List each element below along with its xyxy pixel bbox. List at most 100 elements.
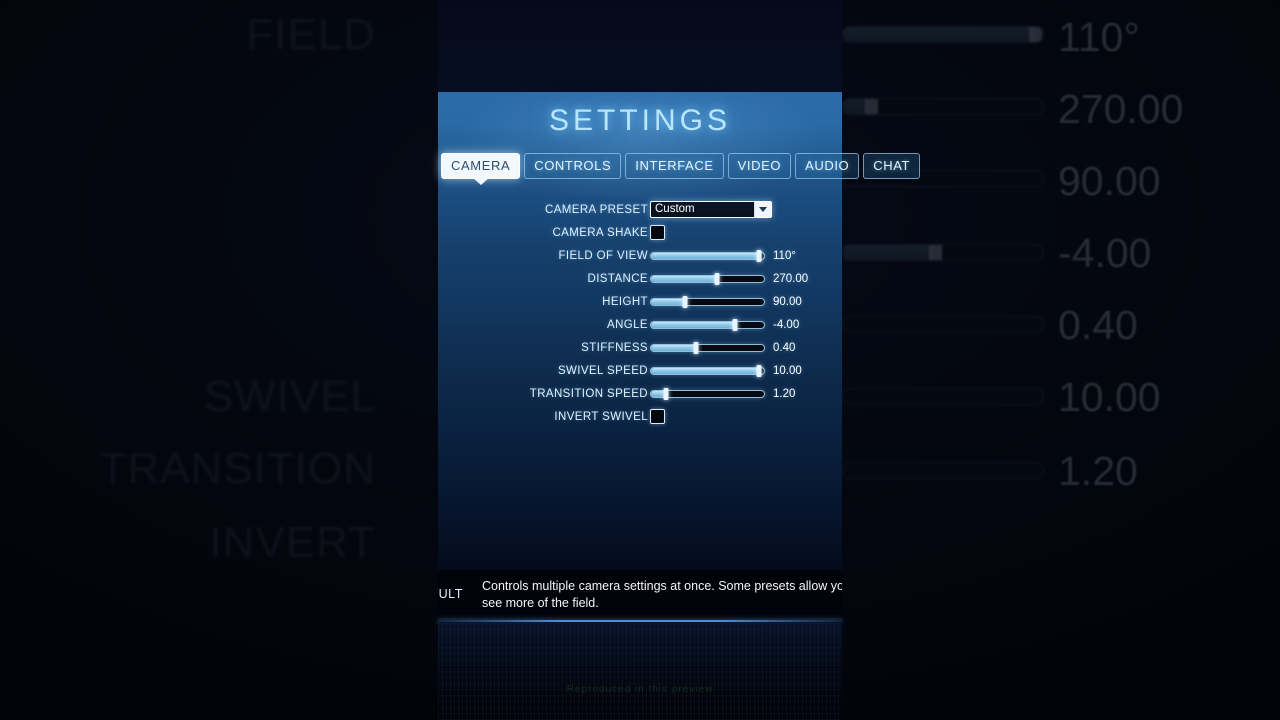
slider-field-of-view[interactable] bbox=[650, 249, 765, 262]
slider-wrap: 90.00 bbox=[650, 295, 802, 308]
setting-row: SWIVEL SPEED 10.00 bbox=[438, 359, 842, 382]
background-label: SWIVEL bbox=[203, 372, 376, 421]
tab-label: AUDIO bbox=[805, 158, 850, 173]
setting-label: CAMERA SHAKE bbox=[552, 226, 648, 239]
tab-chat[interactable]: CHAT bbox=[863, 153, 921, 179]
setting-label: CAMERA PRESET bbox=[545, 203, 648, 216]
setting-row: CAMERA PRESET Custom bbox=[438, 198, 842, 221]
slider-knob[interactable] bbox=[732, 318, 738, 331]
tab-label: CHAT bbox=[873, 158, 911, 173]
slider-knob[interactable] bbox=[663, 387, 669, 400]
checkbox-camera-shake[interactable] bbox=[650, 225, 665, 240]
slider-value: -4.00 bbox=[773, 318, 800, 331]
slider-angle[interactable] bbox=[650, 318, 765, 331]
tab-audio[interactable]: AUDIO bbox=[795, 153, 860, 179]
setting-label: FIELD OF VIEW bbox=[558, 249, 648, 262]
background-slider bbox=[842, 26, 1044, 43]
settings-rows: CAMERA PRESET Custom CAMERA SHAKE FIELD OF … bbox=[438, 198, 842, 428]
setting-row: TRANSITION SPEED 1.20 bbox=[438, 382, 842, 405]
tab-label: CAMERA bbox=[451, 158, 511, 173]
setting-control: 90.00 bbox=[650, 295, 802, 308]
setting-control: Custom bbox=[650, 201, 772, 218]
setting-label: STIFFNESS bbox=[581, 341, 648, 354]
background-value: -4.00 bbox=[1058, 230, 1152, 276]
setting-row: DISTANCE 270.00 bbox=[438, 267, 842, 290]
slider-swivel-speed[interactable] bbox=[650, 364, 765, 377]
tooltip-text: Controls multiple camera settings at onc… bbox=[482, 579, 842, 610]
setting-control bbox=[650, 409, 665, 424]
slider-wrap: 0.40 bbox=[650, 341, 795, 354]
camera-preset-dropdown[interactable]: Custom bbox=[650, 201, 772, 218]
background-label: TRANSITION bbox=[99, 444, 376, 493]
tab-interface[interactable]: INTERFACE bbox=[625, 153, 724, 179]
setting-label: DISTANCE bbox=[587, 272, 648, 285]
slider-knob[interactable] bbox=[756, 364, 762, 377]
setting-row: FIELD OF VIEW 110° bbox=[438, 244, 842, 267]
bottom-watermark: Reproduced in this preview bbox=[566, 684, 714, 695]
tab-label: INTERFACE bbox=[635, 158, 714, 173]
slider-knob[interactable] bbox=[693, 341, 699, 354]
slider-wrap: 10.00 bbox=[650, 364, 802, 377]
background-slider bbox=[842, 244, 1044, 261]
tab-video[interactable]: VIDEO bbox=[727, 153, 792, 179]
slider-wrap: 110° bbox=[650, 249, 796, 262]
default-button[interactable]: DEFAULT bbox=[438, 570, 463, 618]
slider-fill bbox=[651, 298, 685, 305]
setting-row: CAMERA SHAKE bbox=[438, 221, 842, 244]
slider-fill bbox=[651, 275, 717, 282]
tab-bar: CAMERA CONTROLS INTERFACE VIDEO AUDIO CHAT bbox=[441, 153, 921, 179]
slider-value: 110° bbox=[773, 249, 796, 262]
background-value: 110° bbox=[1058, 14, 1140, 60]
setting-control: 0.40 bbox=[650, 341, 795, 354]
page-title: SETTINGS bbox=[548, 104, 731, 137]
slider-distance[interactable] bbox=[650, 272, 765, 285]
panel-top-filler bbox=[438, 0, 842, 92]
slider-value: 270.00 bbox=[773, 272, 809, 285]
setting-row: ANGLE -4.00 bbox=[438, 313, 842, 336]
slider-fill bbox=[651, 344, 697, 351]
setting-row: STIFFNESS 0.40 bbox=[438, 336, 842, 359]
slider-fill bbox=[651, 252, 760, 259]
tab-label: CONTROLS bbox=[534, 158, 612, 173]
dropdown-value: Custom bbox=[655, 202, 695, 215]
slider-value: 90.00 bbox=[773, 295, 802, 308]
setting-label: ANGLE bbox=[607, 318, 648, 331]
slider-wrap: -4.00 bbox=[650, 318, 800, 331]
setting-control: -4.00 bbox=[650, 318, 800, 331]
background-label: FIELD bbox=[246, 10, 376, 59]
slider-stiffness[interactable] bbox=[650, 341, 765, 354]
background-value: 1.20 bbox=[1058, 448, 1138, 494]
setting-control: 110° bbox=[650, 249, 796, 262]
setting-control: 10.00 bbox=[650, 364, 802, 377]
slider-knob[interactable] bbox=[714, 272, 720, 285]
tooltip-bar: DEFAULT Controls multiple camera setting… bbox=[438, 570, 842, 618]
background-slider bbox=[842, 388, 1044, 405]
slider-knob[interactable] bbox=[756, 249, 762, 262]
setting-label: HEIGHT bbox=[602, 295, 648, 308]
slider-height[interactable] bbox=[650, 295, 765, 308]
crowd-texture bbox=[438, 622, 842, 720]
chevron-down-icon[interactable] bbox=[754, 202, 771, 217]
slider-value: 10.00 bbox=[773, 364, 802, 377]
checkbox-invert-swivel[interactable] bbox=[650, 409, 665, 424]
tab-label: VIDEO bbox=[737, 158, 782, 173]
background-value: 10.00 bbox=[1058, 374, 1161, 420]
background-label: INVERT bbox=[209, 518, 376, 567]
background-value: 90.00 bbox=[1058, 158, 1161, 204]
setting-label: TRANSITION SPEED bbox=[529, 387, 648, 400]
setting-control bbox=[650, 225, 665, 240]
slider-transition-speed[interactable] bbox=[650, 387, 765, 400]
setting-control: 1.20 bbox=[650, 387, 795, 400]
tab-controls[interactable]: CONTROLS bbox=[524, 153, 622, 179]
background-slider bbox=[842, 462, 1044, 479]
tab-camera[interactable]: CAMERA bbox=[441, 153, 521, 179]
slider-fill bbox=[651, 321, 735, 328]
slider-knob[interactable] bbox=[682, 295, 688, 308]
slider-wrap: 1.20 bbox=[650, 387, 795, 400]
slider-wrap: 270.00 bbox=[650, 272, 809, 285]
setting-row: HEIGHT 90.00 bbox=[438, 290, 842, 313]
bottom-strip: Reproduced in this preview bbox=[438, 622, 842, 720]
setting-row: INVERT SWIVEL bbox=[438, 405, 842, 428]
background-value: 0.40 bbox=[1058, 302, 1138, 348]
background-slider bbox=[842, 316, 1044, 333]
